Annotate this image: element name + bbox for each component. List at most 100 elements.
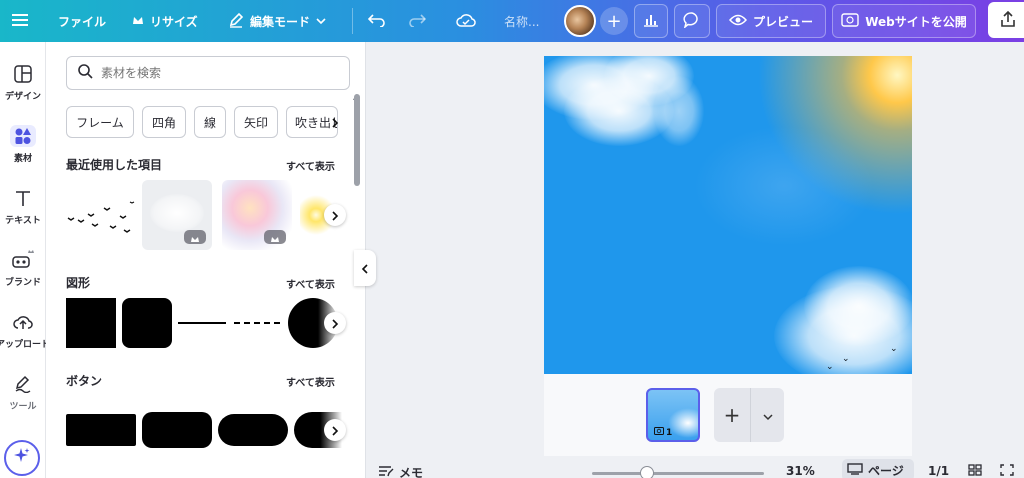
upload-icon xyxy=(10,311,36,333)
grid-icon xyxy=(968,464,982,478)
rail-item-brand[interactable]: ブランド xyxy=(0,242,46,294)
zoom-slider[interactable] xyxy=(592,466,764,478)
panel-scrollbar[interactable] xyxy=(354,94,360,186)
shape-solid-line[interactable] xyxy=(178,322,226,324)
notes-icon xyxy=(378,465,394,478)
menu-button[interactable] xyxy=(12,0,28,42)
recent-see-all-link[interactable]: すべて表示 xyxy=(286,158,335,173)
hamburger-icon xyxy=(12,13,28,30)
rail-label: テキスト xyxy=(5,215,41,226)
chip-label: 矢印 xyxy=(243,115,268,130)
chips-next-button[interactable] xyxy=(324,111,346,133)
rail-label: アップロード xyxy=(0,339,51,350)
buttons-see-all-link[interactable]: すべて表示 xyxy=(286,374,335,389)
redo-button[interactable] xyxy=(408,0,427,42)
elements-icon xyxy=(10,124,36,147)
website-icon xyxy=(841,12,859,30)
file-menu[interactable]: ファイル xyxy=(58,0,106,42)
edit-mode-dropdown[interactable]: 編集モード xyxy=(228,0,326,42)
rail-item-elements[interactable]: 素材 xyxy=(0,118,46,170)
resize-button[interactable]: リサイズ xyxy=(132,0,198,42)
brand-icon xyxy=(10,249,36,271)
chip-line[interactable]: 線 xyxy=(194,106,226,138)
redo-icon xyxy=(408,13,427,30)
save-status-button[interactable] xyxy=(456,0,476,42)
notes-button[interactable]: メモ xyxy=(378,464,423,478)
page-counter: 1/1 xyxy=(928,464,949,478)
chip-label: 四角 xyxy=(151,115,176,130)
shapes-next-button[interactable] xyxy=(324,312,346,334)
design-canvas[interactable]: ⌄ ⌄ ⌄ xyxy=(544,56,912,374)
buttons-section-title: ボタン xyxy=(66,374,103,388)
recent-item-white-cloud[interactable] xyxy=(142,180,212,250)
undo-button[interactable] xyxy=(367,0,386,42)
shape-square[interactable] xyxy=(66,298,116,348)
page-number: 1 xyxy=(654,427,672,438)
rail-item-draw[interactable]: ツール xyxy=(0,366,46,418)
notes-label: メモ xyxy=(399,466,424,478)
chevron-right-icon xyxy=(331,113,339,132)
magic-assistant-button[interactable] xyxy=(4,440,40,476)
crown-icon xyxy=(270,228,280,247)
file-menu-label: ファイル xyxy=(58,14,107,29)
insights-button[interactable] xyxy=(634,4,668,38)
expand-icon xyxy=(1000,464,1014,478)
design-name-field[interactable]: 名称... xyxy=(504,0,539,42)
edit-mode-label: 編集モード xyxy=(250,14,311,29)
comments-button[interactable] xyxy=(674,4,710,38)
share-button[interactable] xyxy=(988,2,1024,38)
chevron-left-icon xyxy=(361,259,369,278)
chip-frame[interactable]: フレーム xyxy=(66,106,134,138)
rail-label: ブランド xyxy=(4,277,41,288)
page-thumbnail[interactable]: 1 xyxy=(646,388,700,442)
button-shape-rectangle[interactable] xyxy=(66,414,136,446)
add-page-button[interactable]: + xyxy=(714,403,750,427)
avatar[interactable] xyxy=(564,5,596,37)
collaborators[interactable]: + xyxy=(564,0,628,42)
page-count-label: 1/1 xyxy=(928,464,950,478)
rail-item-uploads[interactable]: アップロード xyxy=(0,304,50,356)
shape-dashed-line[interactable] xyxy=(234,322,280,324)
recent-next-button[interactable] xyxy=(324,204,346,226)
add-collaborator-button[interactable]: + xyxy=(600,7,628,35)
button-shape-rounded[interactable] xyxy=(142,412,212,448)
search-input[interactable] xyxy=(101,66,331,80)
shape-rounded-square[interactable] xyxy=(122,298,172,348)
preview-button[interactable]: プレビュー xyxy=(716,4,826,38)
button-shape-pill[interactable] xyxy=(218,414,288,446)
collapse-panel-button[interactable] xyxy=(354,250,376,286)
add-page-control: + xyxy=(714,388,784,442)
rail-item-text[interactable]: テキスト xyxy=(0,180,46,232)
rail-item-design[interactable]: デザイン xyxy=(0,56,46,108)
zoom-level[interactable]: 31% xyxy=(786,464,815,478)
cloud-graphic xyxy=(654,76,704,146)
search-box[interactable] xyxy=(66,56,350,90)
divider xyxy=(352,8,353,34)
bird-graphic: ⌄ xyxy=(842,354,850,364)
fullscreen-button[interactable] xyxy=(1000,464,1014,478)
buttons-next-button[interactable] xyxy=(324,419,346,441)
page-view-toggle[interactable]: ページ xyxy=(842,459,914,478)
publish-label: Webサイトを公開 xyxy=(865,14,967,29)
plus-icon: + xyxy=(606,10,622,32)
chevron-right-icon xyxy=(331,206,339,225)
monitor-icon xyxy=(847,462,863,478)
bottom-bar: メモ 31% ページ 1/1 xyxy=(366,456,1024,478)
chip-label: 線 xyxy=(203,115,216,130)
recent-item-birds[interactable] xyxy=(64,186,136,246)
shapes-section-title: 図形 xyxy=(66,276,91,290)
publish-website-button[interactable]: Webサイトを公開 xyxy=(832,4,976,38)
chip-rectangle[interactable]: 四角 xyxy=(142,106,186,138)
recent-item-light-flare[interactable] xyxy=(222,180,292,250)
add-page-options-button[interactable] xyxy=(750,388,784,442)
zoom-slider-handle[interactable] xyxy=(640,466,654,478)
draw-icon xyxy=(10,373,36,395)
resize-label: リサイズ xyxy=(150,14,198,29)
plus-icon: + xyxy=(723,403,741,427)
grid-view-button[interactable] xyxy=(968,464,982,478)
crown-icon xyxy=(132,14,144,28)
page-number-label: 1 xyxy=(666,427,673,438)
chip-arrow[interactable]: 矢印 xyxy=(234,106,278,138)
shapes-see-all-link[interactable]: すべて表示 xyxy=(286,276,335,291)
preview-label: プレビュー xyxy=(752,14,813,29)
